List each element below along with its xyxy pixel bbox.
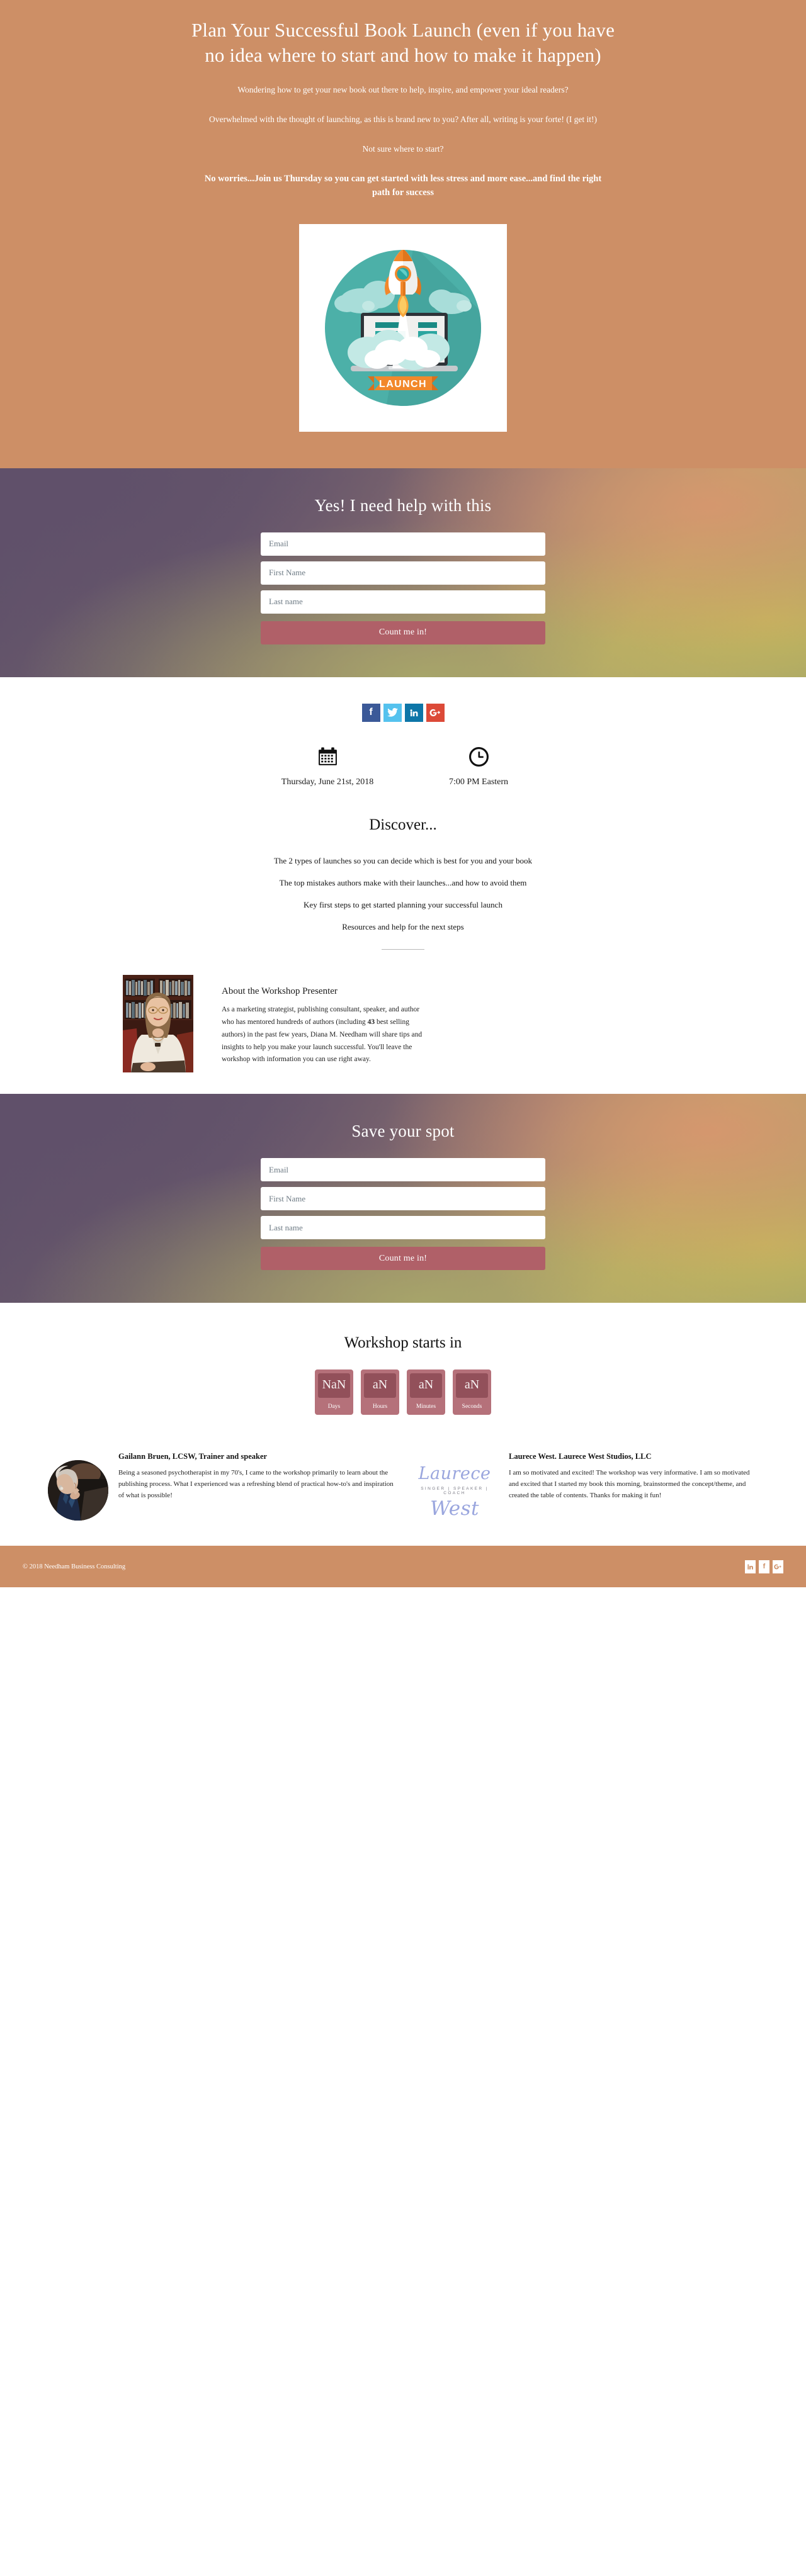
- testimonial-2-name: Laurece West. Laurece West Studios, LLC: [509, 1452, 652, 1461]
- countdown-value-seconds: aN: [456, 1373, 488, 1398]
- svg-text:LAUNCH: LAUNCH: [379, 379, 427, 390]
- optin-section-top: Yes! I need help with this Count me in!: [0, 468, 806, 677]
- copyright-text: © 2018 Needham Business Consulting: [23, 1563, 126, 1570]
- testimonial-2-logo: Laurece SINGER | SPEAKER | COACH West: [411, 1451, 499, 1521]
- hero-section: Plan Your Successful Book Launch (even i…: [0, 0, 806, 468]
- footer-social-icons: f: [745, 1560, 783, 1573]
- optin-bottom-title: Save your spot: [351, 1122, 455, 1141]
- presenter-bio-highlight: 43: [367, 1018, 375, 1026]
- submit-button[interactable]: Count me in!: [261, 621, 545, 644]
- twitter-icon[interactable]: [383, 703, 402, 722]
- presenter-heading: About the Workshop Presenter: [222, 986, 338, 997]
- googleplus-icon[interactable]: [773, 1560, 783, 1573]
- discover-title: Discover...: [369, 816, 437, 833]
- optin-top-title: Yes! I need help with this: [314, 495, 492, 515]
- testimonial-2-text: I am so motivated and excited! The works…: [509, 1469, 750, 1499]
- discover-list: The 2 types of launches so you can decid…: [0, 855, 806, 933]
- countdown-unit-days: NaN Days: [315, 1370, 353, 1415]
- countdown-unit-hours: aN Hours: [361, 1370, 399, 1415]
- hero-subtitle-3: Not sure where to start?: [362, 144, 444, 154]
- email-input[interactable]: [261, 532, 545, 556]
- event-time-block: 7:00 PM Eastern: [425, 745, 532, 789]
- optin-section-bottom: Save your spot Count me in!: [0, 1094, 806, 1303]
- testimonial-1-avatar: [48, 1460, 108, 1521]
- countdown-label-minutes: Minutes: [416, 1403, 436, 1410]
- first-name-input[interactable]: [261, 561, 545, 585]
- hero-subtitle-4: No worries...Join us Thursday so you can…: [204, 174, 602, 198]
- countdown-section: Workshop starts in NaN Days aN Hours aN …: [0, 1303, 806, 1438]
- discover-item: The 2 types of launches so you can decid…: [273, 855, 533, 865]
- testimonial-2: Laurece SINGER | SPEAKER | COACH West La…: [403, 1451, 766, 1521]
- countdown-value-minutes: aN: [410, 1373, 442, 1398]
- rocket-launch-illustration: LAUNCH: [308, 233, 498, 423]
- testimonial-1: Gailann Bruen, LCSW, Trainer and speaker…: [40, 1451, 403, 1521]
- facebook-icon[interactable]: f: [759, 1560, 769, 1573]
- divider: [382, 949, 424, 950]
- facebook-icon[interactable]: f: [361, 703, 380, 722]
- discover-item: Resources and help for the next steps: [342, 922, 464, 932]
- signup-form-top: Count me in!: [261, 532, 545, 644]
- testimonials-section: Gailann Bruen, LCSW, Trainer and speaker…: [40, 1437, 766, 1546]
- info-section: f Thursday, June 21st, 2018 7:00 PM East…: [0, 677, 806, 1094]
- page-title: Plan Your Successful Book Launch (even i…: [191, 19, 615, 66]
- submit-button-bottom[interactable]: Count me in!: [261, 1247, 545, 1271]
- countdown-label-days: Days: [327, 1403, 341, 1410]
- email-input-bottom[interactable]: [261, 1158, 545, 1182]
- hero-subtitle-1: Wondering how to get your new book out t…: [237, 85, 569, 95]
- countdown-label-seconds: Seconds: [462, 1403, 482, 1410]
- discover-item: Key first steps to get started planning …: [304, 899, 502, 909]
- social-share-row: f: [0, 677, 806, 722]
- logo-name-first: Laurece: [418, 1464, 491, 1484]
- logo-tagline: SINGER | SPEAKER | COACH: [421, 1487, 489, 1496]
- hero-subtitle-2: Overwhelmed with the thought of launchin…: [209, 115, 597, 125]
- testimonial-1-text: Being a seasoned psychotherapist in my 7…: [118, 1469, 394, 1499]
- hero-image-frame: LAUNCH: [299, 223, 507, 432]
- page-footer: © 2018 Needham Business Consulting f: [0, 1546, 806, 1588]
- presenter-section: About the Workshop Presenter As a market…: [123, 975, 683, 1094]
- countdown-unit-seconds: aN Seconds: [453, 1370, 491, 1415]
- countdown-row: NaN Days aN Hours aN Minutes aN Seconds: [0, 1370, 806, 1415]
- testimonial-1-name: Gailann Bruen, LCSW, Trainer and speaker: [118, 1452, 268, 1461]
- calendar-icon: [274, 745, 381, 769]
- linkedin-icon[interactable]: [745, 1560, 756, 1573]
- logo-name-last: West: [429, 1497, 480, 1521]
- countdown-value-hours: aN: [364, 1373, 396, 1398]
- event-date-block: Thursday, June 21st, 2018: [274, 745, 381, 789]
- countdown-title: Workshop starts in: [344, 1334, 462, 1352]
- countdown-value-days: NaN: [318, 1373, 350, 1398]
- countdown-unit-minutes: aN Minutes: [407, 1370, 445, 1415]
- presenter-bio: As a marketing strategist, publishing co…: [222, 1004, 429, 1066]
- first-name-input-bottom[interactable]: [261, 1187, 545, 1211]
- last-name-input-bottom[interactable]: [261, 1216, 545, 1240]
- event-time-label: 7:00 PM Eastern: [448, 777, 509, 787]
- clock-icon: [425, 745, 532, 769]
- googleplus-icon[interactable]: [426, 703, 445, 722]
- presenter-photo: [123, 975, 193, 1073]
- event-details-row: Thursday, June 21st, 2018 7:00 PM Easter…: [0, 722, 806, 789]
- last-name-input[interactable]: [261, 590, 545, 614]
- discover-item: The top mistakes authors make with their…: [279, 877, 527, 887]
- signup-form-bottom: Count me in!: [261, 1158, 545, 1271]
- linkedin-icon[interactable]: [404, 703, 423, 722]
- event-date-label: Thursday, June 21st, 2018: [281, 777, 374, 787]
- countdown-label-hours: Hours: [372, 1403, 388, 1410]
